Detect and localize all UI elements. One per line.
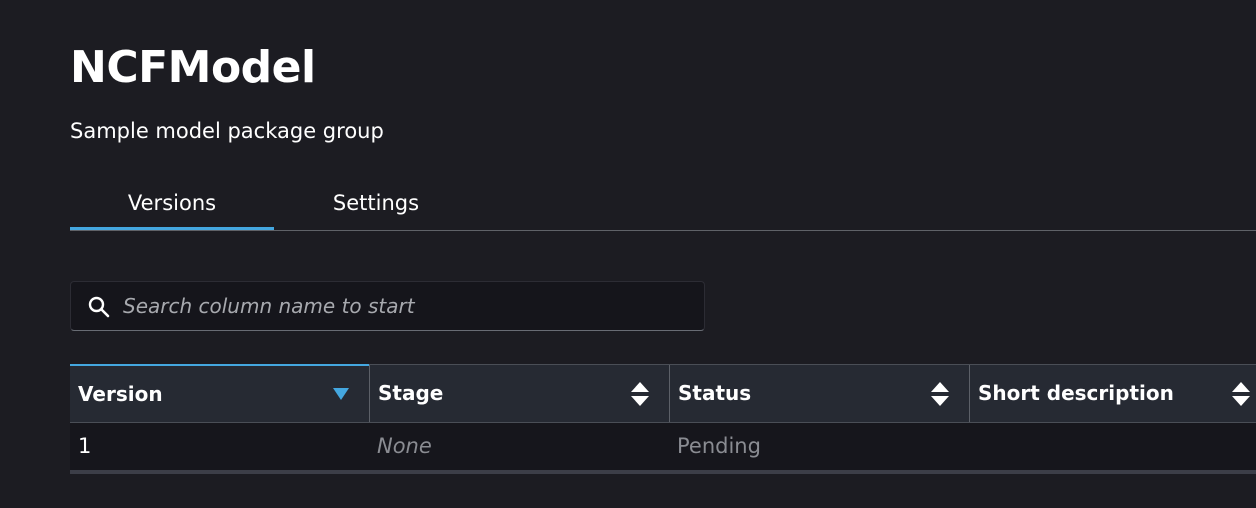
- table-row[interactable]: 1 None Pending: [70, 422, 1256, 474]
- column-header-version[interactable]: Version: [70, 364, 369, 422]
- cell-short-description: [969, 423, 1256, 470]
- cell-stage: None: [377, 434, 432, 458]
- sort-icon: [1232, 382, 1250, 406]
- page-title: NCFModel: [70, 42, 316, 93]
- sort-descending-icon: [333, 388, 349, 400]
- column-header-short-description[interactable]: Short description: [969, 365, 1256, 422]
- cell-version[interactable]: 1: [70, 423, 369, 470]
- column-header-label: Version: [78, 382, 163, 406]
- sort-icon: [931, 382, 949, 406]
- search-input[interactable]: [123, 288, 693, 324]
- sort-icon: [631, 382, 649, 406]
- tab-bar: Versions Settings: [70, 180, 1256, 231]
- search-icon: [88, 296, 110, 318]
- column-header-label: Short description: [978, 381, 1174, 405]
- column-header-label: Status: [678, 381, 752, 405]
- table-header: Version Stage Status Short description: [70, 364, 1256, 422]
- page-subtitle: Sample model package group: [70, 119, 384, 143]
- column-header-label: Stage: [378, 381, 444, 405]
- cell-status: Pending: [677, 434, 761, 458]
- search-box[interactable]: [70, 281, 705, 331]
- column-header-stage[interactable]: Stage: [369, 365, 669, 422]
- tab-settings[interactable]: Settings: [274, 180, 478, 228]
- column-header-status[interactable]: Status: [669, 365, 969, 422]
- tab-versions[interactable]: Versions: [70, 180, 274, 230]
- versions-table: Version Stage Status Short description 1…: [70, 364, 1256, 474]
- model-group-page: NCFModel Sample model package group Vers…: [0, 0, 1256, 508]
